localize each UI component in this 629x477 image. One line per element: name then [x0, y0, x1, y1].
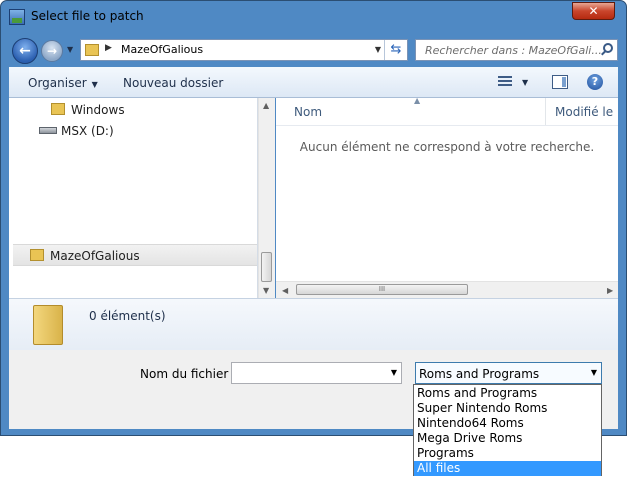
sidebar-item-mazeofgalious[interactable]: MazeOfGalious [30, 249, 140, 263]
details-pane: 0 élément(s) [9, 298, 618, 350]
sidebar-item-label: Windows [71, 103, 125, 117]
scroll-left-icon[interactable]: ◀ [282, 286, 288, 295]
sidebar-item-label: MSX (D:) [61, 124, 114, 138]
horizontal-scrollbar[interactable]: ◀ III ▶ [276, 281, 618, 298]
recent-locations-dropdown-icon[interactable]: ▼ [67, 45, 73, 54]
refresh-button[interactable]: ⇆ [384, 40, 407, 60]
scroll-down-icon[interactable]: ▼ [263, 286, 269, 295]
dropdown-option-all-files[interactable]: All files [414, 461, 601, 476]
filetype-dropdown-list[interactable]: Roms and Programs Super Nintendo Roms Ni… [413, 384, 602, 476]
dropdown-option-nintendo64-roms[interactable]: Nintendo64 Roms [414, 416, 601, 431]
sidebar-item-windows[interactable]: Windows [51, 103, 125, 117]
drive-icon [39, 127, 57, 134]
view-options-icon[interactable] [498, 76, 512, 88]
command-toolbar: Organiser ▼ Nouveau dossier ▼ ? [9, 67, 618, 98]
back-button[interactable]: ← [12, 38, 38, 64]
organize-label: Organiser [28, 76, 87, 90]
chevron-down-icon[interactable]: ▼ [591, 368, 597, 377]
help-icon[interactable]: ? [587, 74, 603, 90]
breadcrumb-current[interactable]: MazeOfGalious [121, 43, 203, 56]
title-bar[interactable]: Select file to patch ✕ [1, 1, 626, 33]
column-header-modified[interactable]: Modifié le [555, 105, 613, 119]
dialog-window: Select file to patch ✕ ← → ▼ ▶ MazeOfGal… [0, 0, 627, 436]
new-folder-button[interactable]: Nouveau dossier [123, 76, 223, 90]
filetype-selected-value: Roms and Programs [419, 367, 540, 381]
forward-button[interactable]: → [41, 40, 63, 62]
address-dropdown-icon[interactable]: ▼ [375, 45, 381, 54]
folder-icon [30, 249, 44, 261]
file-list[interactable]: ▲ Nom Modifié le Aucun élément ne corres… [276, 96, 618, 298]
address-bar[interactable]: ▶ MazeOfGalious ▼ ⇆ [80, 39, 408, 61]
preview-pane-icon[interactable] [552, 75, 568, 89]
scroll-right-icon[interactable]: ▶ [607, 286, 613, 295]
refresh-icon: ⇆ [390, 42, 402, 57]
search-placeholder: Rechercher dans : MazeOfGali... [425, 44, 602, 57]
empty-list-message: Aucun élément ne correspond à votre rech… [299, 140, 595, 154]
scroll-up-icon[interactable]: ▲ [263, 101, 269, 110]
folder-icon [51, 103, 65, 115]
sort-arrow-icon: ▲ [414, 96, 421, 105]
navigation-scrollbar[interactable]: ▲ ▼ [258, 98, 275, 298]
column-divider[interactable] [545, 98, 546, 125]
dropdown-option-super-nintendo-roms[interactable]: Super Nintendo Roms [414, 401, 601, 416]
window-title: Select file to patch [31, 9, 144, 23]
folder-icon [85, 44, 99, 56]
dropdown-option-programs[interactable]: Programs [414, 446, 601, 461]
breadcrumb-separator-icon[interactable]: ▶ [105, 43, 112, 53]
filetype-select[interactable]: Roms and Programs ▼ [415, 362, 602, 384]
column-header-row: ▲ Nom Modifié le [276, 96, 618, 126]
scroll-thumb[interactable] [261, 252, 272, 282]
scroll-thumb[interactable]: III [296, 284, 468, 295]
close-button[interactable]: ✕ [572, 2, 615, 20]
navigation-pane: Windows MSX (D:) MazeOfGalious [9, 98, 258, 298]
column-header-name[interactable]: Nom [294, 105, 322, 119]
sidebar-item-label: MazeOfGalious [50, 249, 140, 263]
sidebar-item-msx-drive[interactable]: MSX (D:) [39, 124, 114, 138]
back-arrow-icon: ← [19, 43, 31, 59]
dropdown-option-roms-and-programs[interactable]: Roms and Programs [414, 386, 601, 401]
chevron-down-icon: ▼ [91, 80, 98, 89]
forward-arrow-icon: → [46, 44, 58, 58]
item-count: 0 élément(s) [89, 309, 166, 323]
search-icon[interactable] [603, 43, 613, 53]
organize-button[interactable]: Organiser ▼ [28, 76, 98, 90]
filename-label: Nom du fichier : [140, 367, 237, 381]
app-icon [9, 9, 25, 25]
dropdown-option-mega-drive-roms[interactable]: Mega Drive Roms [414, 431, 601, 446]
search-input[interactable]: Rechercher dans : MazeOfGali... [415, 39, 618, 61]
close-icon: ✕ [588, 4, 599, 18]
view-dropdown-icon[interactable]: ▼ [522, 78, 528, 87]
chevron-down-icon[interactable]: ▼ [391, 368, 397, 377]
folder-icon [33, 305, 63, 345]
filename-field[interactable]: ▼ [231, 362, 402, 384]
